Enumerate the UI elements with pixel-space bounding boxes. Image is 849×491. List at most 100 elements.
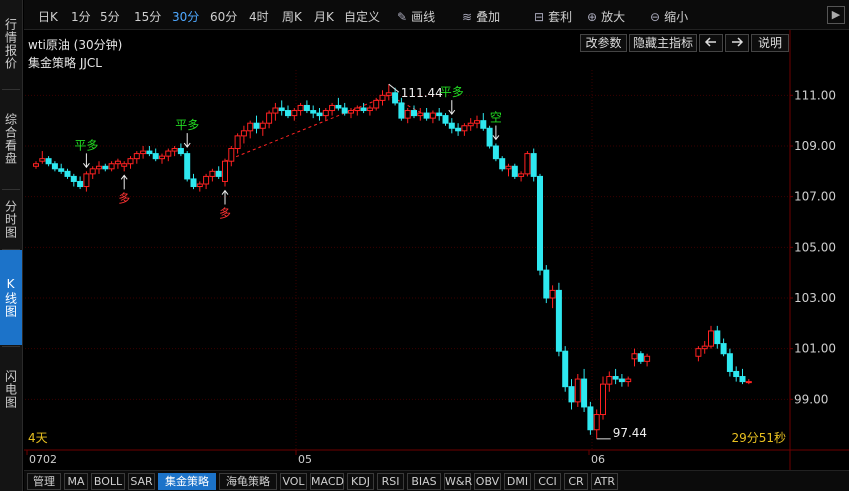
candle-body — [714, 330, 721, 345]
indicator-tab-11[interactable]: W&R — [444, 473, 472, 490]
indicator-tab-10[interactable]: BIAS — [407, 473, 441, 490]
candle-body — [297, 104, 304, 112]
candle-body — [581, 378, 588, 408]
candle-body — [448, 122, 455, 129]
candle-body — [89, 168, 96, 175]
candle-body — [455, 127, 462, 132]
candle-body — [549, 289, 556, 299]
candle-body — [373, 99, 380, 109]
indicator-tab-9[interactable]: RSI — [377, 473, 404, 490]
candle-body — [625, 378, 632, 383]
candle-body — [184, 153, 191, 180]
indicator-tab-6[interactable]: VOL — [280, 473, 307, 490]
candle-body — [467, 122, 474, 127]
candle-body — [102, 165, 109, 170]
candle-body — [272, 107, 279, 114]
candle-body — [474, 120, 480, 124]
candle-body — [612, 376, 619, 380]
indicator-tab-16[interactable]: ATR — [591, 473, 618, 490]
indicator-tab-2[interactable]: BOLL — [91, 473, 125, 490]
indicator-tab-3[interactable]: SAR — [128, 473, 155, 490]
indicator-tab-1[interactable]: MA — [64, 473, 88, 490]
signal-label: 平多 — [74, 138, 98, 152]
y-tick-label: 99.00 — [794, 392, 828, 406]
candle-body — [335, 104, 342, 109]
candle-body — [58, 168, 65, 172]
candle-body — [259, 122, 266, 129]
candle-body — [530, 153, 537, 177]
candle-body — [745, 381, 752, 384]
candle-body — [423, 112, 430, 119]
candle-body — [695, 348, 702, 357]
candle-body — [537, 175, 543, 271]
candle-body — [215, 170, 222, 177]
y-tick-label: 111.00 — [794, 88, 836, 102]
indicator-tab-12[interactable]: OBV — [474, 473, 501, 490]
candle-body — [366, 107, 373, 112]
candle-body — [348, 110, 354, 114]
indicator-tab-7[interactable]: MACD — [310, 473, 344, 490]
kline-chart[interactable]: 111.00 109.00 107.00 105.00 103.00 101.00 99.0… — [0, 0, 849, 491]
candle-body — [146, 150, 153, 155]
candle-body — [354, 107, 361, 112]
candle-body — [114, 160, 121, 165]
candle-body — [499, 158, 506, 170]
y-tick-label: 101.00 — [794, 342, 836, 356]
candle-body — [379, 94, 386, 101]
candle-body — [291, 110, 298, 117]
candle-body — [177, 148, 184, 155]
candle-body — [234, 135, 241, 150]
signal-arrow-down-icon — [448, 100, 456, 115]
high-marker-line — [388, 83, 400, 93]
indicator-tab-8[interactable]: KDJ — [347, 473, 374, 490]
candle-body — [165, 150, 172, 157]
candle-body — [341, 107, 348, 114]
indicator-tab-5[interactable]: 海龟策略 — [219, 473, 277, 490]
indicator-tab-14[interactable]: CCI — [534, 473, 561, 490]
indicator-tab-15[interactable]: CR — [564, 473, 588, 490]
candle-body — [385, 92, 392, 96]
candle-body — [240, 130, 247, 137]
candle-body — [486, 127, 493, 147]
candle-body — [398, 102, 405, 119]
candle-body — [190, 178, 197, 188]
candle-body — [96, 165, 102, 170]
candle-body — [480, 120, 487, 129]
candle-body — [247, 122, 254, 132]
countdown-label: 29分51秒 — [731, 431, 786, 445]
candle-body — [77, 180, 84, 188]
candle-body — [196, 183, 203, 188]
indicator-tab-4[interactable]: 集金策略 — [158, 473, 216, 490]
candle-body — [618, 378, 625, 383]
candle-body — [720, 343, 727, 355]
candle-body — [587, 406, 594, 431]
candle-body — [631, 353, 638, 360]
x-tick-label: 05 — [298, 453, 312, 466]
candle-body — [228, 148, 235, 162]
candle-body — [429, 112, 436, 119]
candle-body — [739, 376, 746, 383]
signal-label: 平多 — [175, 118, 199, 132]
y-tick-label: 105.00 — [794, 240, 836, 254]
indicator-tab-13[interactable]: DMI — [504, 473, 531, 490]
signal-arrow-down-icon — [83, 153, 90, 169]
candle-body — [108, 163, 115, 170]
indicator-tab-0[interactable]: 管理 — [27, 473, 61, 490]
candle-body — [392, 92, 399, 104]
candle-body — [555, 289, 562, 352]
signal-label: 多 — [118, 191, 130, 205]
candle-body — [310, 110, 317, 114]
candle-body — [518, 173, 525, 177]
candle-body — [574, 378, 581, 403]
indicator-tab-bar: 管理 MA BOLL SAR 集金策略 海龟策略 VOL MACD KDJ RSI BIAS W&R O… — [24, 470, 849, 491]
candle-body — [127, 158, 134, 165]
candle-body — [593, 414, 600, 431]
candle-body — [152, 153, 159, 160]
low-price-label: 97.44 — [613, 426, 647, 440]
candle-body — [203, 175, 210, 185]
candle-body — [442, 115, 449, 124]
signal-label: 平多 — [440, 85, 464, 99]
candle-body — [39, 158, 46, 162]
candle-body — [121, 163, 128, 167]
candle-body — [562, 350, 569, 388]
